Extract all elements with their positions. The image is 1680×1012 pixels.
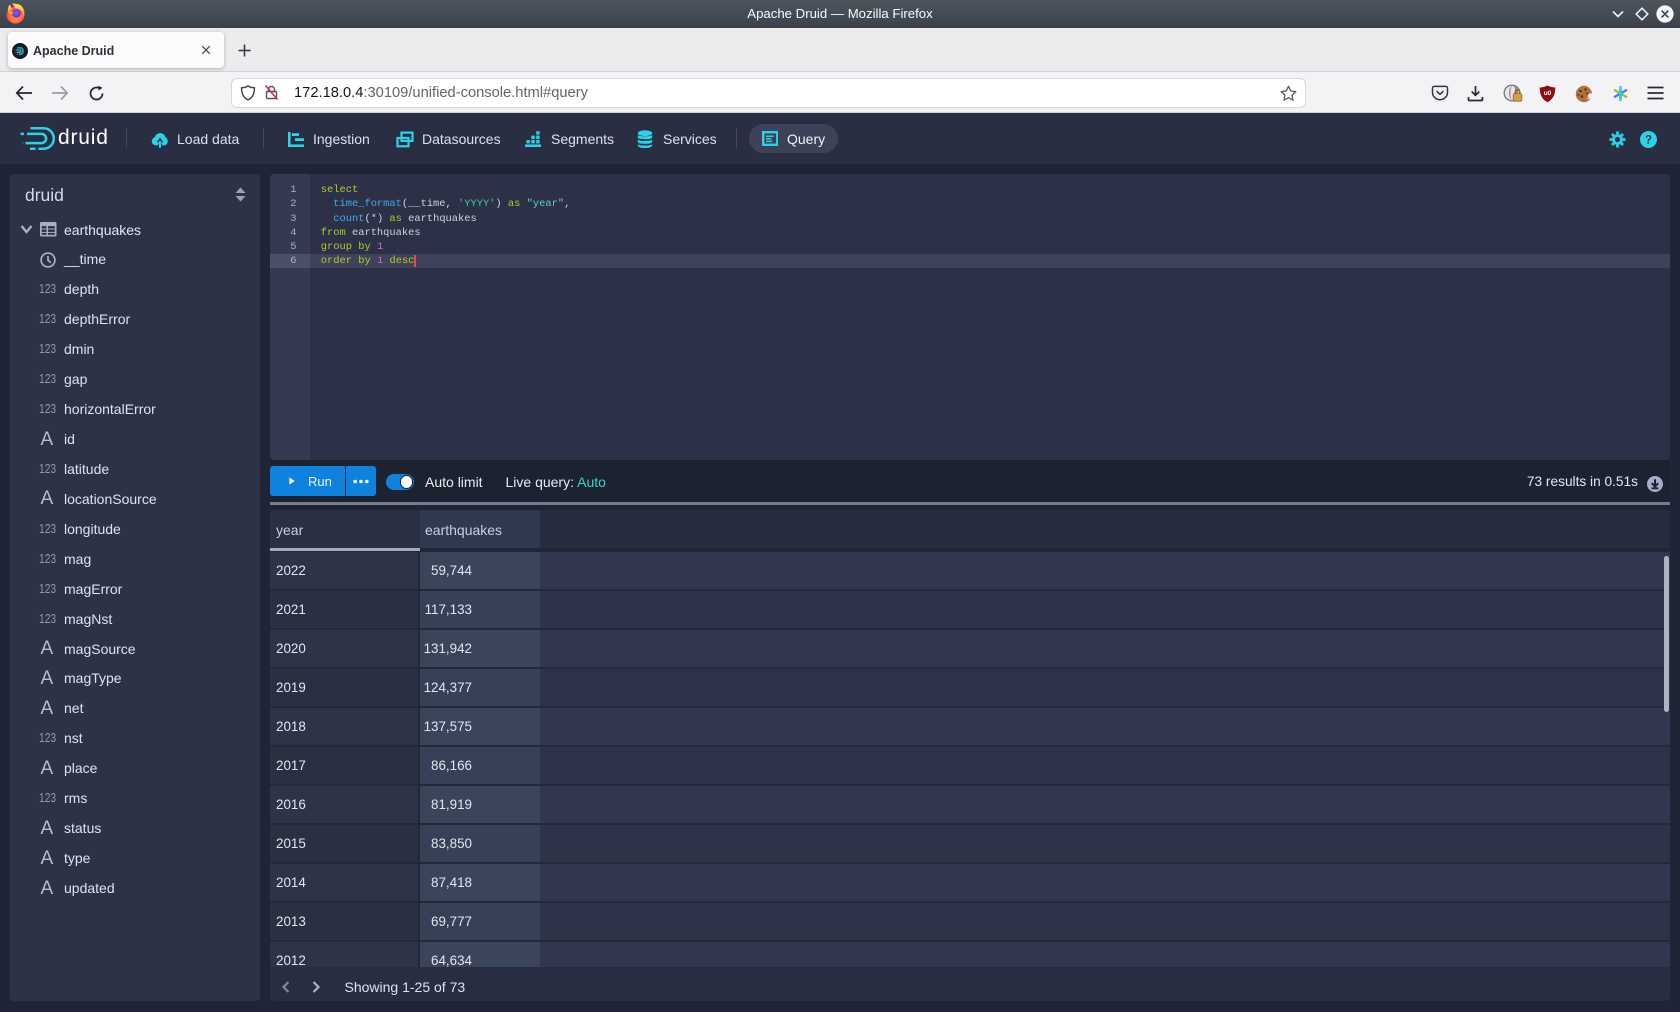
svg-text:?: ? (1645, 135, 1652, 147)
svg-text:u0: u0 (1544, 90, 1552, 97)
